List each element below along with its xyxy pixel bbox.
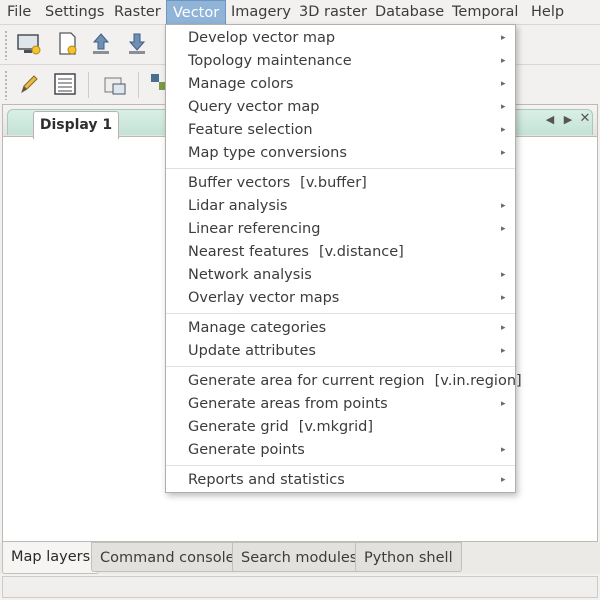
- menu-item-feature-selection[interactable]: Feature selection: [188, 119, 313, 142]
- submenu-arrow-icon: ▸: [501, 323, 506, 333]
- menu-item-generate-points[interactable]: Generate points: [188, 439, 305, 462]
- menu-item-generate-grid[interactable]: Generate grid [v.mkgrid]: [188, 416, 373, 439]
- submenu-arrow-icon: ▸: [501, 148, 506, 158]
- edit-icon[interactable]: [14, 69, 44, 99]
- scroll-right-icon[interactable]: ▶: [561, 113, 575, 126]
- submenu-arrow-icon: ▸: [501, 201, 506, 211]
- menu-settings[interactable]: Settings: [45, 0, 104, 24]
- menu-item-manage-categories[interactable]: Manage categories: [188, 317, 326, 340]
- submenu-arrow-icon: ▸: [501, 445, 506, 455]
- menu-item-generate-areas-from-points[interactable]: Generate areas from points: [188, 393, 388, 416]
- toolbar-separator: [138, 72, 139, 98]
- submenu-arrow-icon: ▸: [501, 346, 506, 356]
- submenu-arrow-icon: ▸: [501, 270, 506, 280]
- submenu-arrow-icon: ▸: [501, 399, 506, 409]
- menu-vector[interactable]: Vector: [166, 0, 227, 24]
- menu-raster[interactable]: Raster: [114, 0, 161, 24]
- toolbar-handle[interactable]: [4, 70, 8, 100]
- menu-item-develop-vector-map[interactable]: Develop vector map: [188, 27, 335, 50]
- tab-map-layers[interactable]: Map layers: [2, 542, 100, 574]
- submenu-arrow-icon: ▸: [501, 475, 506, 485]
- menu-item-buffer-vectors[interactable]: Buffer vectors [v.buffer]: [188, 172, 367, 195]
- menu-imagery[interactable]: Imagery: [231, 0, 291, 24]
- submenu-arrow-icon: ▸: [501, 224, 506, 234]
- layer-manager-icon[interactable]: [100, 69, 130, 99]
- menu-separator: [166, 168, 515, 169]
- menubar: File Settings Raster Vector Imagery 3D r…: [0, 0, 600, 24]
- menu-item-reports-and-statistics[interactable]: Reports and statistics: [188, 469, 345, 492]
- tab-python-shell[interactable]: Python shell: [355, 542, 462, 572]
- new-display-icon[interactable]: [14, 29, 44, 59]
- menu-separator: [166, 366, 515, 367]
- attribute-table-icon[interactable]: [50, 69, 80, 99]
- submenu-arrow-icon: ▸: [501, 33, 506, 43]
- open-workspace-icon[interactable]: [86, 29, 116, 59]
- menu-item-lidar-analysis[interactable]: Lidar analysis: [188, 195, 287, 218]
- menu-database[interactable]: Database: [375, 0, 444, 24]
- menu-item-query-vector-map[interactable]: Query vector map: [188, 96, 320, 119]
- submenu-arrow-icon: ▸: [501, 56, 506, 66]
- menu-help[interactable]: Help: [531, 0, 564, 24]
- submenu-arrow-icon: ▸: [501, 79, 506, 89]
- menu-item-overlay-vector-maps[interactable]: Overlay vector maps: [188, 287, 339, 310]
- status-bar: [2, 576, 598, 598]
- save-workspace-icon[interactable]: [122, 29, 152, 59]
- submenu-arrow-icon: ▸: [501, 293, 506, 303]
- menu-item-topology-maintenance[interactable]: Topology maintenance: [188, 50, 352, 73]
- new-workspace-icon[interactable]: [52, 29, 82, 59]
- menu-item-linear-referencing[interactable]: Linear referencing: [188, 218, 320, 241]
- menu-separator: [166, 465, 515, 466]
- tab-display-1[interactable]: Display 1: [33, 111, 119, 139]
- menu-item-network-analysis[interactable]: Network analysis: [188, 264, 312, 287]
- menu-item-nearest-features[interactable]: Nearest features [v.distance]: [188, 241, 404, 264]
- toolbar-separator: [88, 72, 89, 98]
- menu-item-manage-colors[interactable]: Manage colors: [188, 73, 293, 96]
- vector-menu-dropdown: Develop vector map ▸ Topology maintenanc…: [165, 24, 522, 493]
- menu-separator: [166, 313, 515, 314]
- bottom-notebook: Map layers Command console Search module…: [0, 542, 600, 574]
- scroll-left-icon[interactable]: ◀: [543, 113, 557, 126]
- tab-command-console[interactable]: Command console: [91, 542, 244, 572]
- menu-item-generate-area-current-region[interactable]: Generate area for current region [v.in.re…: [188, 370, 522, 393]
- toolbar-handle[interactable]: [4, 30, 8, 60]
- menu-file[interactable]: File: [7, 0, 31, 24]
- menu-item-update-attributes[interactable]: Update attributes: [188, 340, 316, 363]
- submenu-arrow-icon: ▸: [501, 102, 506, 112]
- menu-3d-raster[interactable]: 3D raster: [299, 0, 367, 24]
- submenu-arrow-icon: ▸: [501, 125, 506, 135]
- menu-temporal[interactable]: Temporal: [452, 0, 518, 24]
- close-icon[interactable]: ✕: [578, 111, 592, 126]
- tab-search-modules[interactable]: Search modules: [232, 542, 367, 572]
- menu-item-map-type-conversions[interactable]: Map type conversions: [188, 142, 347, 165]
